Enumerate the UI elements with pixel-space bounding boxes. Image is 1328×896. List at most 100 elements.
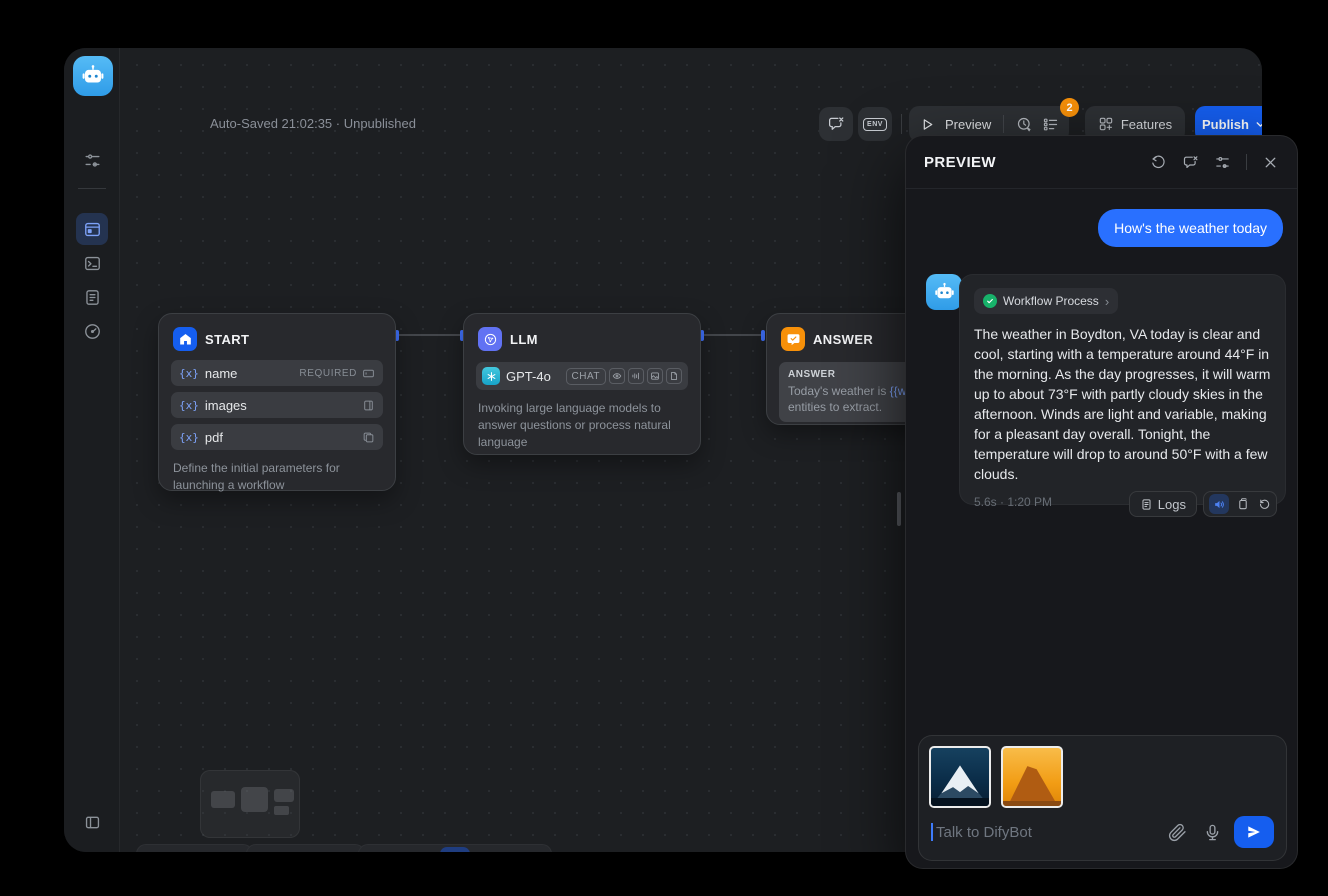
- sidebar-item-orchestrate[interactable]: [76, 213, 108, 245]
- start-field-name: {x} name REQUIRED: [171, 360, 383, 386]
- minimap-node: [274, 789, 294, 802]
- app-logo[interactable]: [73, 56, 113, 96]
- variable-token: {x}: [179, 399, 199, 412]
- minimap-node: [211, 791, 235, 808]
- canvas-minimap[interactable]: [200, 770, 300, 838]
- attach-file-icon[interactable]: [1168, 823, 1187, 842]
- edge-start-llm: [399, 334, 464, 336]
- header-divider: [1246, 154, 1247, 170]
- robot-icon: [80, 63, 106, 89]
- organize-nodes-button[interactable]: [515, 847, 545, 852]
- logs-label: Logs: [1158, 497, 1186, 512]
- document-capability-icon: [666, 368, 682, 384]
- message-meta: 5.6s · 1:20 PM: [974, 495, 1052, 509]
- checklist-badge: 2: [1060, 98, 1079, 117]
- speaker-icon: [1213, 498, 1226, 511]
- conversation-settings-icon[interactable]: [1214, 154, 1231, 171]
- sidebar-divider: [78, 188, 106, 189]
- restart-conversation-icon[interactable]: [1150, 154, 1167, 171]
- start-field-images: {x} images: [171, 392, 383, 418]
- workflow-process-label: Workflow Process: [1003, 294, 1099, 308]
- publish-label: Publish: [1202, 117, 1249, 132]
- redo-button[interactable]: [285, 847, 315, 852]
- sliders-icon: [83, 151, 102, 170]
- attached-image-fuji[interactable]: [929, 746, 991, 808]
- chat-x-icon[interactable]: [1182, 154, 1199, 171]
- toolbar-divider: [901, 114, 902, 134]
- model-name: GPT-4o: [506, 369, 551, 384]
- thumbnail-art: [1003, 801, 1061, 806]
- bot-message-text: The weather in Boydton, VA today is clea…: [974, 324, 1271, 484]
- llm-node-description: Invoking large language models to answer…: [478, 400, 686, 451]
- chevron-right-icon: ›: [1105, 294, 1109, 309]
- logs-button[interactable]: Logs: [1129, 491, 1197, 517]
- text-input-icon: [362, 367, 375, 380]
- sidebar-item-terminal[interactable]: [76, 247, 108, 279]
- annotation-button[interactable]: [819, 107, 853, 141]
- hand-tool-button[interactable]: [472, 847, 502, 852]
- microphone-icon[interactable]: [1203, 823, 1222, 842]
- preview-title: PREVIEW: [924, 154, 996, 171]
- left-sidebar: [64, 48, 120, 852]
- message-actions: Logs: [1129, 491, 1277, 517]
- send-button[interactable]: [1234, 816, 1274, 848]
- close-icon[interactable]: [1262, 154, 1279, 171]
- node-start[interactable]: START {x} name REQUIRED {x} images {x} p…: [158, 313, 396, 491]
- edge-llm-answer: [704, 334, 765, 336]
- screen: Auto-Saved 21:02:35 · Unpublished ENV Pr…: [0, 0, 1328, 896]
- field-name: images: [205, 398, 247, 413]
- autosave-status: Auto-Saved 21:02:35 · Unpublished: [210, 116, 416, 131]
- robot-icon: [933, 281, 956, 304]
- chat-input-card: [918, 735, 1287, 861]
- undo-redo-controls: [246, 844, 365, 852]
- add-note-button[interactable]: [397, 847, 427, 852]
- add-node-button[interactable]: [365, 847, 395, 852]
- node-llm[interactable]: LLM GPT-4o CHAT Invoking large language …: [463, 313, 701, 455]
- workflow-settings-button[interactable]: [76, 144, 108, 176]
- collapse-sidebar-button[interactable]: [76, 806, 108, 838]
- logs-icon: [1140, 498, 1153, 511]
- undo-button[interactable]: [253, 847, 283, 852]
- start-node-title: START: [205, 332, 249, 347]
- run-history-icon[interactable]: [1016, 116, 1033, 133]
- preview-run-label[interactable]: Preview: [945, 117, 991, 132]
- gauge-icon: [83, 322, 102, 341]
- checklist-icon[interactable]: [1042, 116, 1059, 133]
- start-node-description: Define the initial parameters for launch…: [173, 460, 381, 494]
- chat-mode-badge: CHAT: [566, 368, 606, 385]
- send-icon: [1246, 824, 1262, 840]
- sidebar-item-monitoring[interactable]: [76, 315, 108, 347]
- text-to-speech-button[interactable]: [1209, 494, 1229, 514]
- start-node-header: START: [159, 314, 395, 360]
- answer-node-title: ANSWER: [813, 332, 873, 347]
- answer-input-port[interactable]: [761, 330, 765, 341]
- play-icon[interactable]: [919, 116, 936, 133]
- zoom-in-button[interactable]: [216, 847, 246, 852]
- features-icon: [1098, 116, 1114, 132]
- bot-avatar: [926, 274, 962, 310]
- chat-input[interactable]: [936, 824, 1168, 841]
- pointer-tool-button[interactable]: [440, 847, 470, 852]
- panel-left-icon: [83, 813, 102, 832]
- vision-capability-icon: [609, 368, 625, 384]
- llm-node-header: LLM: [464, 314, 700, 360]
- group-divider: [1003, 115, 1004, 133]
- chat-input-row: [931, 816, 1274, 848]
- message-tools: [1203, 491, 1277, 517]
- environment-variables-button[interactable]: ENV: [858, 107, 892, 141]
- change-history-button[interactable]: [328, 847, 358, 852]
- answer-icon: [781, 327, 805, 351]
- sidebar-item-logs[interactable]: [76, 281, 108, 313]
- minimap-node: [241, 787, 268, 812]
- panel-resize-handle[interactable]: [897, 492, 901, 526]
- attached-image-sunset[interactable]: [1001, 746, 1063, 808]
- bot-message-bubble: Workflow Process › The weather in Boydto…: [959, 274, 1286, 505]
- preview-header: PREVIEW: [906, 136, 1297, 189]
- workflow-process-toggle[interactable]: Workflow Process ›: [974, 288, 1118, 314]
- zoom-out-button[interactable]: [143, 847, 173, 852]
- audio-capability-icon: [628, 368, 644, 384]
- llm-node-title: LLM: [510, 332, 538, 347]
- zoom-controls: 100%: [136, 844, 253, 852]
- copy-icon[interactable]: [1236, 497, 1250, 511]
- regenerate-icon[interactable]: [1257, 497, 1271, 511]
